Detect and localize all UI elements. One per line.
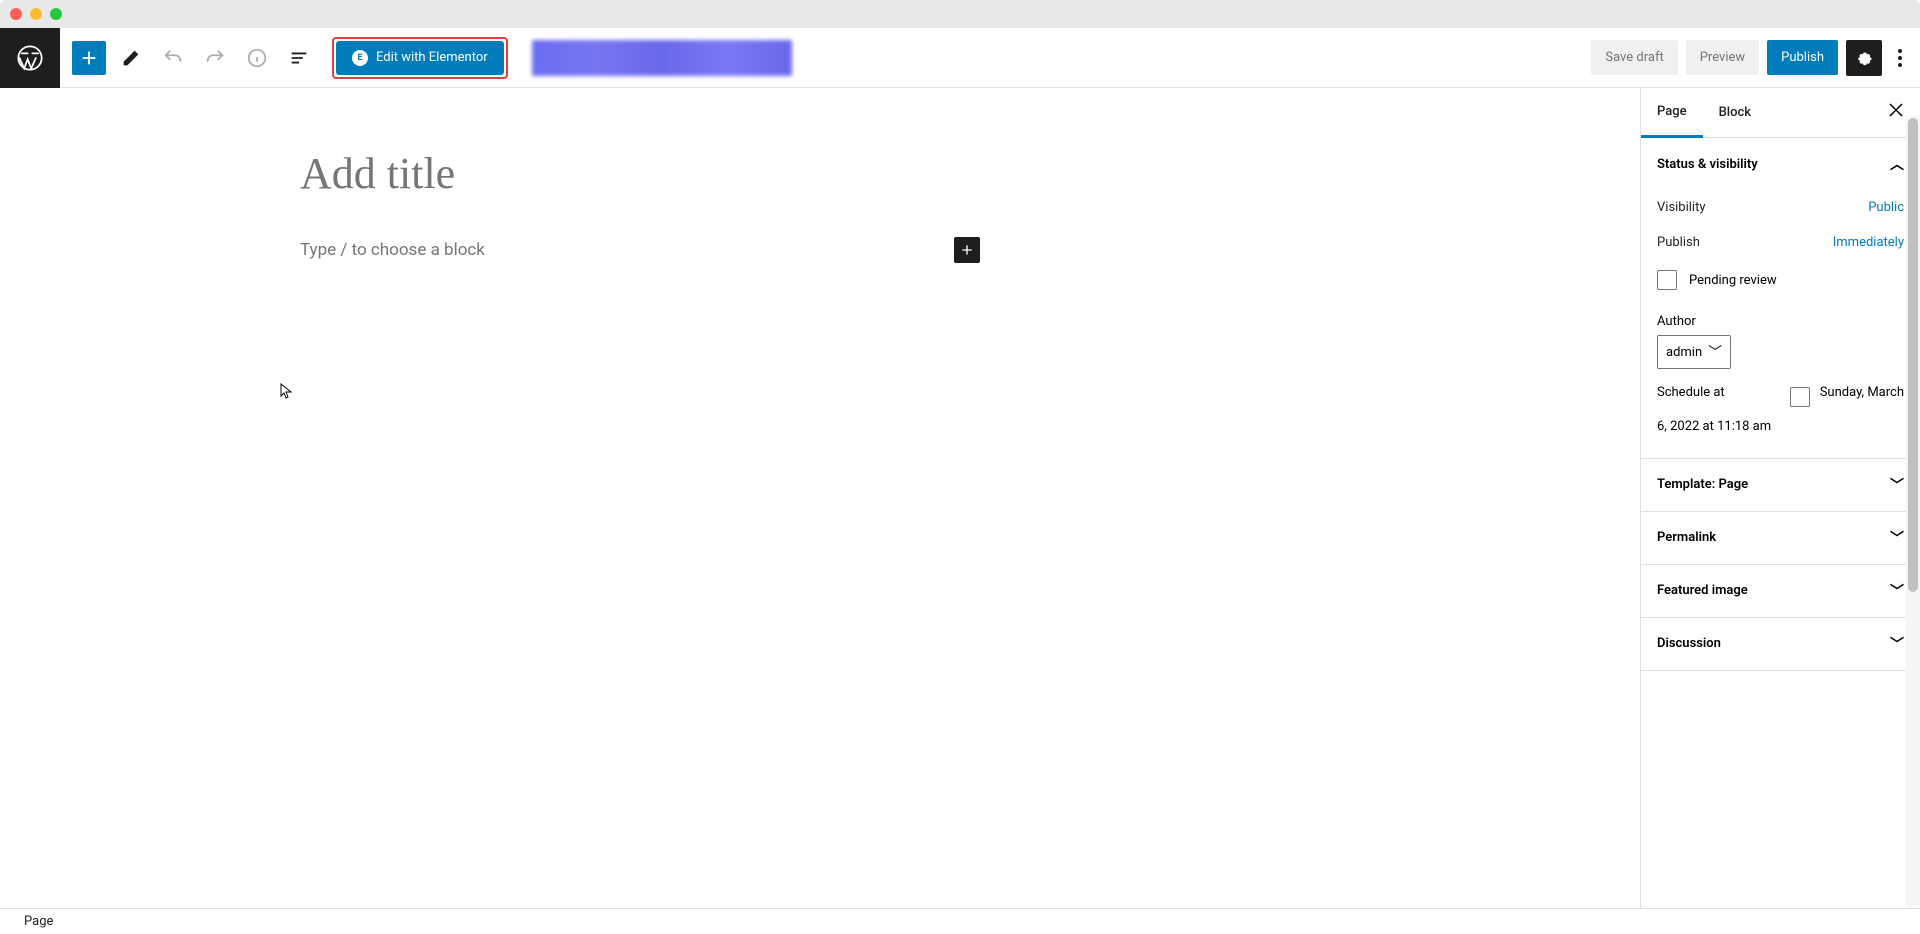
elementor-label: Edit with Elementor bbox=[376, 50, 488, 65]
list-icon bbox=[288, 47, 310, 69]
chevron-down-icon: ﹀ bbox=[1890, 634, 1904, 654]
scrollbar-thumb[interactable] bbox=[1908, 118, 1918, 592]
panel-status-visibility-header[interactable]: Status & visibility ︿ bbox=[1641, 138, 1920, 190]
chevron-up-icon: ︿ bbox=[1890, 154, 1904, 174]
panel-discussion-header[interactable]: Discussion ﹀ bbox=[1641, 618, 1920, 670]
settings-toggle-button[interactable] bbox=[1846, 40, 1882, 76]
pencil-icon bbox=[120, 47, 142, 69]
chevron-down-icon: ﹀ bbox=[1890, 475, 1904, 495]
mac-window-chrome bbox=[0, 0, 1920, 28]
panel-template-header[interactable]: Template: Page ﹀ bbox=[1641, 459, 1920, 511]
post-title-input[interactable] bbox=[300, 148, 980, 199]
redo-icon bbox=[204, 47, 226, 69]
more-options-button[interactable] bbox=[1890, 40, 1910, 76]
publish-label: Publish bbox=[1657, 235, 1700, 250]
add-block-toggle-button[interactable] bbox=[72, 41, 106, 75]
panel-template-title: Template: Page bbox=[1657, 477, 1748, 492]
panel-status-title: Status & visibility bbox=[1657, 157, 1758, 172]
panel-featured-image-header[interactable]: Featured image ﹀ bbox=[1641, 565, 1920, 617]
add-block-inline-button[interactable] bbox=[954, 237, 980, 263]
author-label: Author bbox=[1657, 300, 1904, 335]
publish-value-link[interactable]: Immediately bbox=[1833, 235, 1904, 250]
panel-featured-image-title: Featured image bbox=[1657, 583, 1748, 598]
save-draft-button[interactable]: Save draft bbox=[1591, 40, 1677, 75]
plus-icon bbox=[78, 47, 100, 69]
editor-canvas[interactable]: Type / to choose a block bbox=[0, 88, 1640, 934]
elementor-highlight-box: E Edit with Elementor bbox=[332, 37, 508, 79]
undo-icon bbox=[162, 47, 184, 69]
editor-footer-breadcrumb: Page bbox=[0, 908, 1920, 934]
panel-permalink-header[interactable]: Permalink ﹀ bbox=[1641, 512, 1920, 564]
plus-icon bbox=[959, 242, 975, 258]
pending-review-checkbox[interactable] bbox=[1657, 270, 1677, 290]
visibility-value-link[interactable]: Public bbox=[1868, 200, 1904, 215]
publish-button[interactable]: Publish bbox=[1767, 40, 1838, 75]
wordpress-logo-button[interactable] bbox=[0, 28, 60, 88]
mac-minimize-icon[interactable] bbox=[30, 8, 42, 20]
chevron-down-icon: ﹀ bbox=[1890, 581, 1904, 601]
schedule-checkbox[interactable] bbox=[1790, 387, 1810, 407]
cursor-icon bbox=[280, 383, 292, 403]
panel-permalink-title: Permalink bbox=[1657, 530, 1716, 545]
preview-button[interactable]: Preview bbox=[1686, 40, 1759, 75]
redacted-toolbar-item bbox=[532, 40, 792, 76]
scrollbar-track[interactable] bbox=[1906, 116, 1920, 906]
chevron-down-icon: ﹀ bbox=[1890, 528, 1904, 548]
undo-button[interactable] bbox=[156, 41, 190, 75]
list-view-button[interactable] bbox=[282, 41, 316, 75]
editor-toolbar: E Edit with Elementor Save draft Preview… bbox=[0, 28, 1920, 88]
mac-maximize-icon[interactable] bbox=[50, 8, 62, 20]
mac-close-icon[interactable] bbox=[10, 8, 22, 20]
info-button[interactable] bbox=[240, 41, 274, 75]
edit-with-elementor-button[interactable]: E Edit with Elementor bbox=[336, 41, 504, 75]
wordpress-icon bbox=[16, 44, 44, 72]
redo-button[interactable] bbox=[198, 41, 232, 75]
block-placeholder-text[interactable]: Type / to choose a block bbox=[300, 240, 954, 260]
breadcrumb-text: Page bbox=[24, 914, 53, 929]
tab-page[interactable]: Page bbox=[1641, 88, 1703, 138]
schedule-at-label: Schedule at bbox=[1657, 385, 1725, 400]
gear-icon bbox=[1854, 48, 1874, 68]
close-icon bbox=[1888, 102, 1904, 118]
author-value: admin bbox=[1666, 345, 1702, 360]
panel-discussion-title: Discussion bbox=[1657, 636, 1721, 651]
info-icon bbox=[246, 47, 268, 69]
elementor-icon: E bbox=[352, 50, 368, 66]
visibility-label: Visibility bbox=[1657, 200, 1706, 215]
edit-mode-button[interactable] bbox=[114, 41, 148, 75]
kebab-icon bbox=[1898, 49, 1902, 67]
chevron-down-icon: ﹀ bbox=[1708, 342, 1722, 362]
pending-review-label: Pending review bbox=[1689, 273, 1777, 288]
author-select[interactable]: admin ﹀ bbox=[1657, 335, 1731, 369]
tab-block[interactable]: Block bbox=[1703, 89, 1767, 136]
schedule-value-part1: Sunday, March bbox=[1820, 385, 1904, 400]
schedule-value-part2: 6, 2022 at 11:18 am bbox=[1657, 411, 1904, 438]
settings-sidebar: Page Block Status & visibility ︿ Visibil… bbox=[1640, 88, 1920, 934]
